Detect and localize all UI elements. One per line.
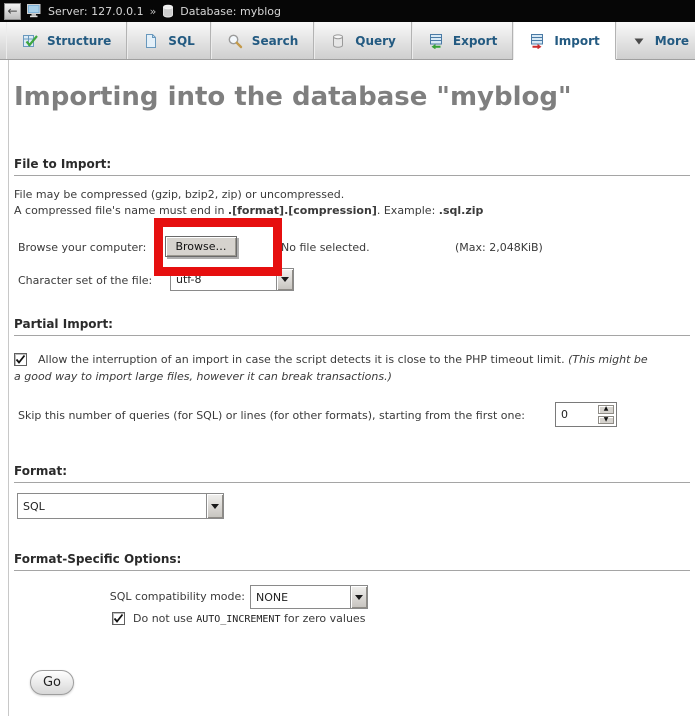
breadcrumb-bar: ← Server: 127.0.0.1 » Database: myblog — [0, 0, 695, 22]
skip-queries-value: 0 — [556, 403, 568, 426]
section-heading-file-to-import: File to Import: — [14, 157, 690, 176]
tab-label: SQL — [168, 34, 195, 48]
export-icon — [428, 33, 444, 49]
tab-label: Search — [252, 34, 298, 48]
breadcrumb-database[interactable]: Database: myblog — [180, 5, 281, 18]
tab-import[interactable]: Import — [513, 22, 615, 60]
filename-rule-example: .sql.zip — [439, 204, 484, 217]
tab-label: More — [655, 34, 689, 48]
dropdown-arrow-icon[interactable] — [206, 494, 223, 518]
tab-label: Structure — [47, 34, 111, 48]
filename-rule-mid: . Example: — [377, 204, 439, 217]
format-select[interactable]: SQL — [17, 493, 224, 519]
dropdown-arrow-icon[interactable] — [276, 269, 293, 290]
database-icon — [162, 4, 174, 18]
section-heading-format: Format: — [14, 464, 690, 483]
sql-icon — [143, 33, 159, 49]
auto-increment-row: Do not use AUTO_INCREMENT for zero value… — [112, 612, 365, 625]
structure-icon — [22, 33, 38, 49]
filename-rule-pattern: .[format].[compression] — [228, 204, 377, 217]
spinner-up-icon[interactable]: ▲ — [598, 405, 614, 414]
charset-label: Character set of the file: — [18, 274, 152, 287]
skip-queries-input[interactable]: 0 ▲ ▼ — [555, 402, 617, 427]
breadcrumb-server[interactable]: Server: 127.0.0.1 — [48, 5, 144, 18]
spinner-down-icon[interactable]: ▼ — [598, 416, 614, 425]
browse-computer-label: Browse your computer: — [18, 241, 146, 254]
section-heading-format-specific-options: Format-Specific Options: — [14, 552, 690, 571]
dropdown-arrow-icon[interactable] — [350, 586, 367, 608]
max-upload-size: (Max: 2,048KiB) — [455, 241, 543, 254]
check-icon — [113, 613, 124, 624]
chevron-down-icon — [632, 34, 646, 48]
breadcrumb-separator: » — [150, 5, 157, 18]
server-icon — [27, 4, 42, 18]
sql-compat-label: SQL compatibility mode: — [9, 590, 245, 603]
section-heading-partial-import: Partial Import: — [14, 317, 690, 336]
auto-increment-text: Do not use AUTO_INCREMENT for zero value… — [133, 612, 365, 625]
go-button[interactable]: Go — [30, 670, 74, 695]
phpmyadmin-import-page: ← Server: 127.0.0.1 » Database: myblog — [0, 0, 695, 716]
sql-compat-select[interactable]: NONE — [250, 585, 368, 609]
allow-interrupt-note-line2: a good way to import large files, howeve… — [14, 370, 392, 383]
tab-bar: Structure SQL Search — [0, 22, 695, 60]
page-title: Importing into the database "myblog" — [14, 82, 572, 112]
skip-queries-label: Skip this number of queries (for SQL) or… — [18, 409, 525, 422]
charset-select[interactable]: utf-8 — [170, 268, 294, 291]
tab-label: Query — [355, 34, 396, 48]
main-content: Importing into the database "myblog" Fil… — [8, 60, 695, 716]
auto-increment-checkbox[interactable] — [112, 612, 125, 625]
check-icon — [15, 354, 26, 365]
browse-button[interactable]: Browse… — [165, 236, 237, 257]
sql-compat-selected-value: NONE — [251, 586, 350, 608]
filename-rule-prefix: A compressed file's name must end in — [14, 204, 228, 217]
auto-increment-keyword: AUTO_INCREMENT — [196, 614, 280, 625]
search-icon — [227, 33, 243, 49]
tab-more[interactable]: More — [616, 22, 695, 59]
tab-query[interactable]: Query — [314, 22, 412, 59]
tab-export[interactable]: Export — [412, 22, 513, 59]
allow-interrupt-text: Allow the interruption of an import in c… — [38, 353, 565, 366]
allow-interrupt-note-line1: (This might be — [568, 353, 648, 366]
format-selected-value: SQL — [18, 494, 206, 518]
tab-sql[interactable]: SQL — [127, 22, 211, 59]
no-file-selected-text: No file selected. — [281, 241, 370, 254]
tab-structure[interactable]: Structure — [6, 22, 127, 59]
spinner-buttons: ▲ ▼ — [596, 403, 616, 426]
import-icon — [529, 33, 545, 49]
back-button[interactable]: ← — [4, 3, 21, 20]
tab-label: Export — [453, 34, 497, 48]
query-icon — [330, 33, 346, 49]
compression-info-line: File may be compressed (gzip, bzip2, zip… — [14, 188, 344, 201]
tab-label: Import — [554, 34, 599, 48]
allow-interrupt-checkbox[interactable] — [14, 353, 27, 366]
allow-interrupt-row: Allow the interruption of an import in c… — [14, 351, 690, 385]
filename-rule-line: A compressed file's name must end in .[f… — [14, 204, 483, 217]
charset-selected-value: utf-8 — [171, 269, 276, 290]
tab-search[interactable]: Search — [211, 22, 314, 59]
